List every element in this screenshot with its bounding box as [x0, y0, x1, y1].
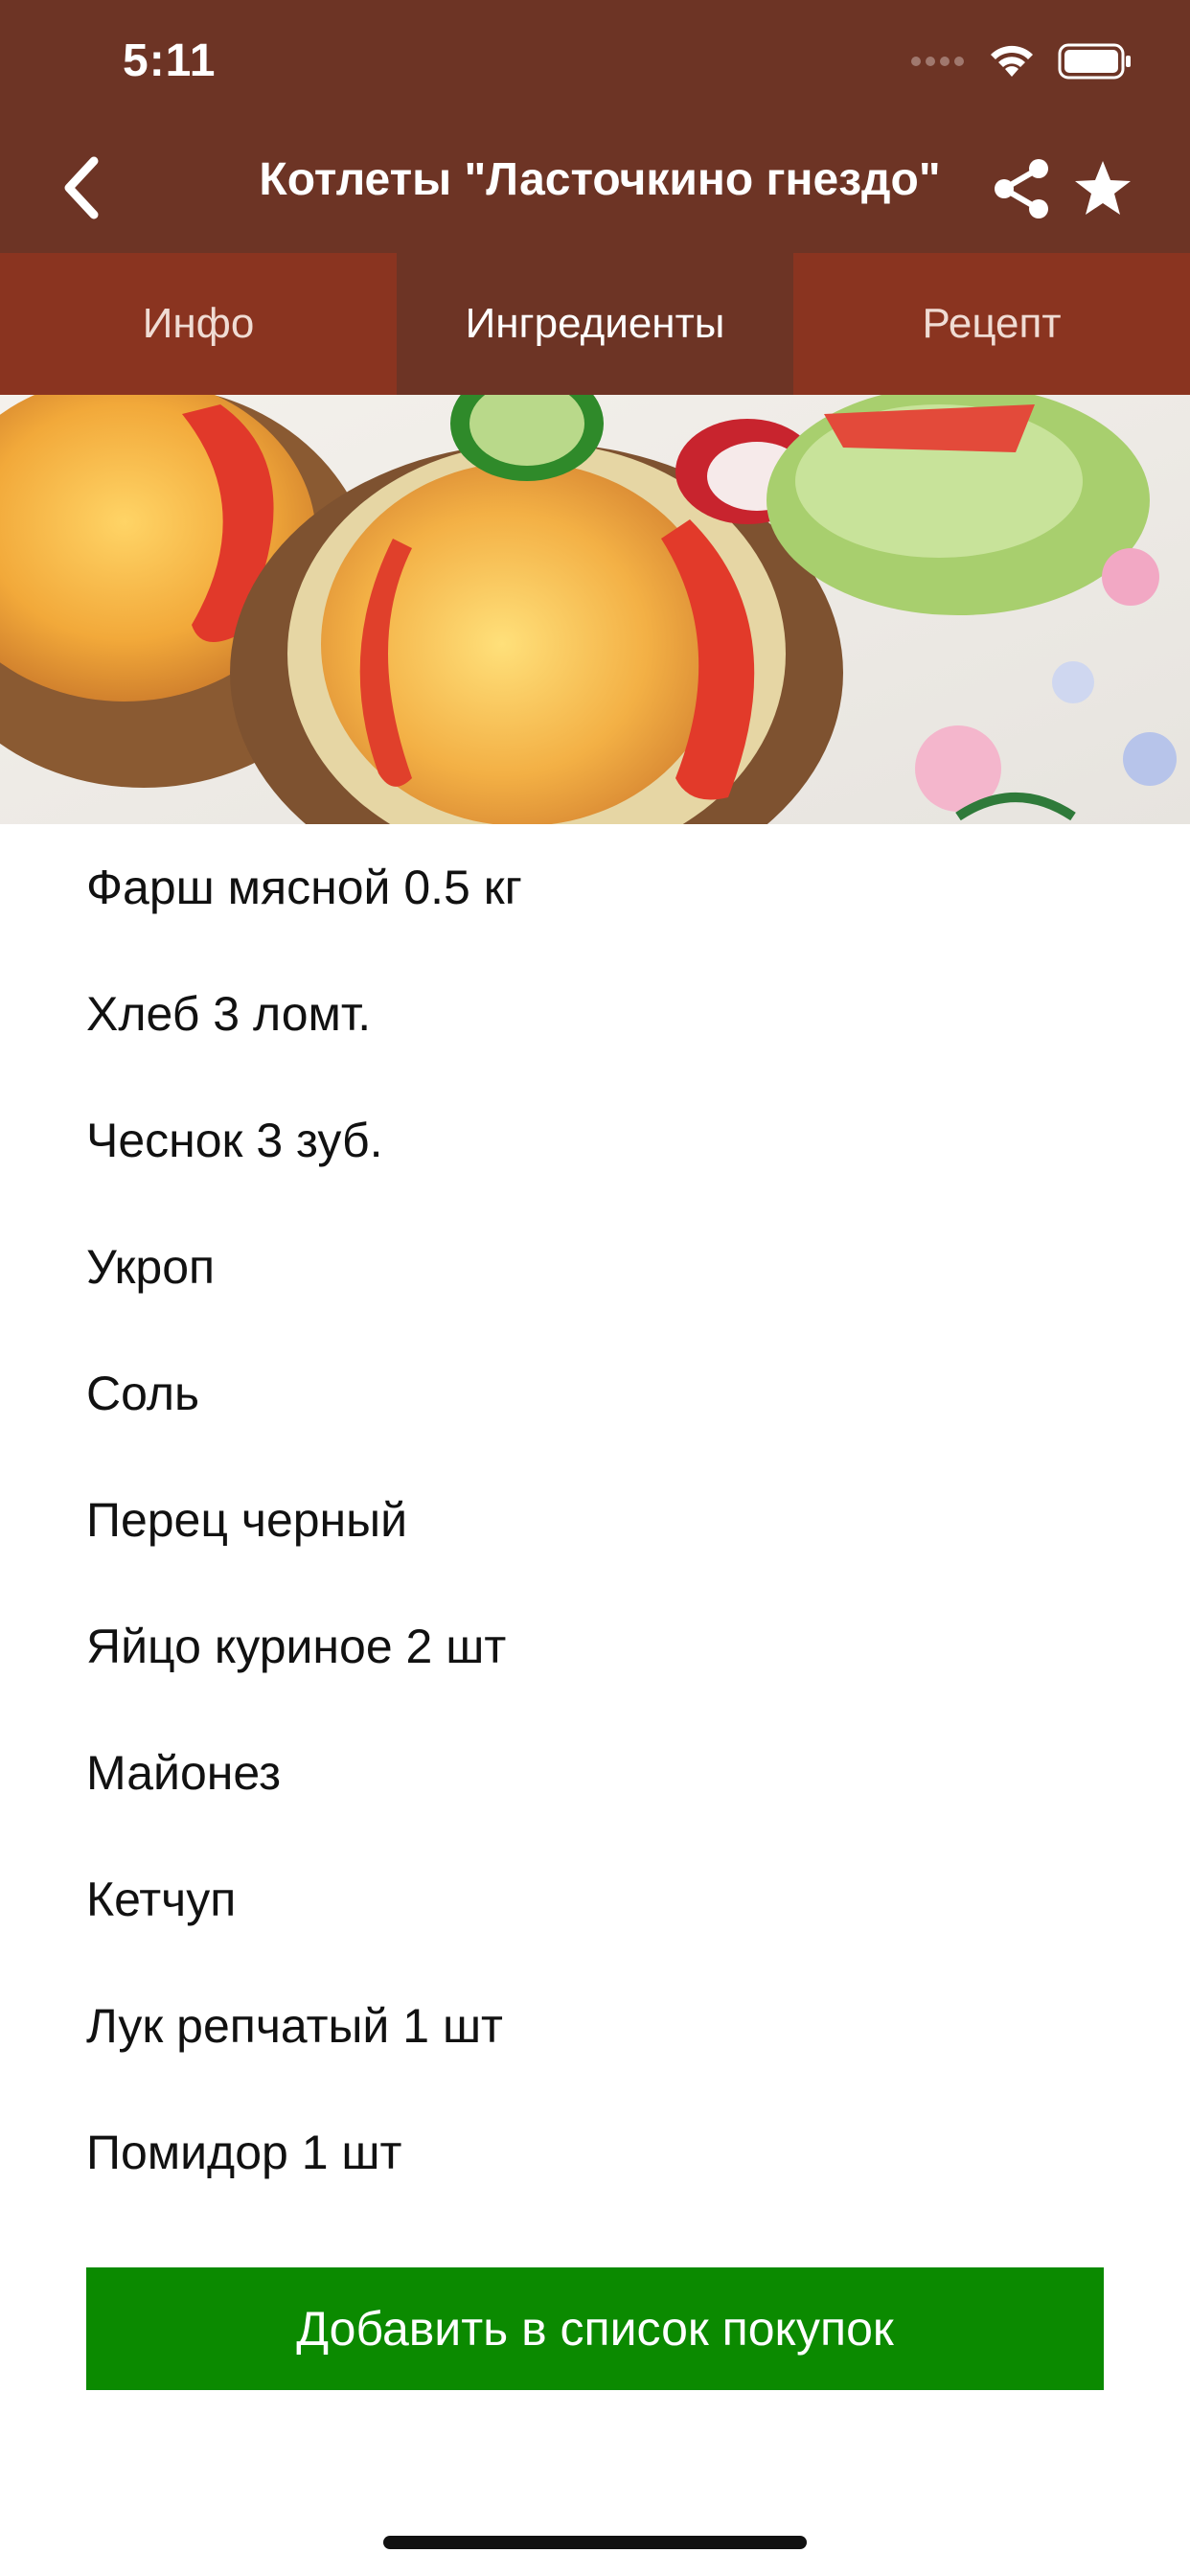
- share-button[interactable]: [991, 157, 1054, 220]
- list-item: Лук репчатый 1 шт: [86, 1999, 503, 2053]
- list-item: Хлеб 3 ломт.: [86, 987, 372, 1041]
- tab-ingredients[interactable]: Ингредиенты: [397, 253, 793, 395]
- add-to-shopping-list-button[interactable]: Добавить в список покупок: [86, 2267, 1104, 2390]
- header: 5:11 Котлеты "Ласточкино гнездо": [0, 0, 1190, 253]
- star-icon: [1075, 161, 1131, 215]
- list-item: Яйцо куриное 2 шт: [86, 1620, 507, 1673]
- favorite-button[interactable]: [1071, 157, 1134, 220]
- list-item: Соль: [86, 1367, 200, 1420]
- list-item: Перец черный: [86, 1493, 408, 1547]
- status-icons: [910, 42, 1133, 80]
- recipe-photo: [0, 395, 1190, 824]
- tab-bar: Инфо Ингредиенты Рецепт: [0, 253, 1190, 395]
- back-button[interactable]: [52, 153, 109, 222]
- tab-recipe[interactable]: Рецепт: [793, 253, 1190, 395]
- recipe-title: Котлеты "Ласточкино гнездо": [259, 154, 941, 205]
- list-item: Помидор 1 шт: [86, 2126, 402, 2179]
- signal-icon: [911, 57, 964, 66]
- battery-icon: [1058, 43, 1131, 80]
- share-icon: [995, 159, 1048, 218]
- ingredients-list: Фарш мясной 0.5 кг Хлеб 3 ломт. Чеснок 3…: [86, 824, 1121, 2216]
- list-item: Фарш мясной 0.5 кг: [86, 861, 522, 914]
- list-item: Кетчуп: [86, 1873, 237, 1926]
- list-item: Укроп: [86, 1240, 216, 1294]
- list-item: Майонез: [86, 1746, 282, 1800]
- list-item: Чеснок 3 зуб.: [86, 1114, 383, 1167]
- chevron-left-icon: [64, 156, 99, 219]
- tab-info[interactable]: Инфо: [0, 253, 397, 395]
- status-time: 5:11: [123, 35, 217, 86]
- home-indicator[interactable]: [383, 2536, 807, 2549]
- wifi-icon: [991, 45, 1033, 77]
- recipe-screen: 5:11 Котлеты "Ласточкино гнездо" Инфо Ин…: [0, 0, 1190, 2576]
